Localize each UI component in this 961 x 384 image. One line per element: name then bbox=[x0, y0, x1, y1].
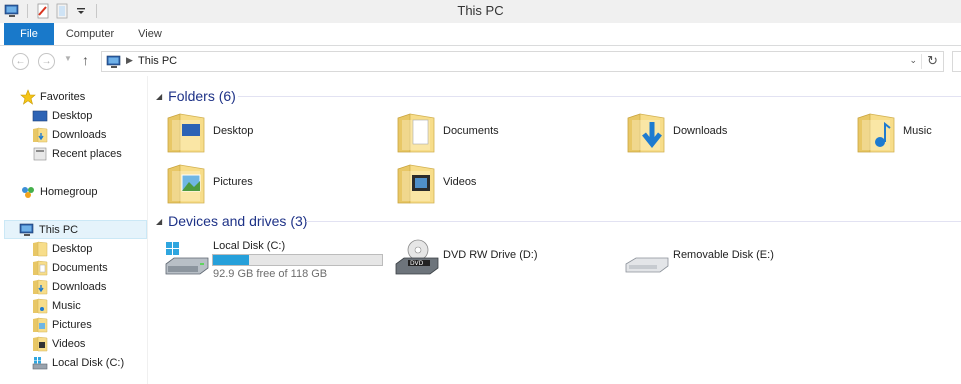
nav-label: Videos bbox=[52, 337, 86, 350]
nav-label: Music bbox=[52, 299, 81, 312]
nav-label: Documents bbox=[52, 261, 108, 274]
group-title: Folders (6) bbox=[168, 88, 236, 104]
sidebar-item-downloads[interactable]: Downloads bbox=[32, 277, 106, 296]
documents-folder-icon bbox=[32, 260, 48, 276]
sidebar-item-documents[interactable]: Documents bbox=[32, 258, 108, 277]
sidebar-item-local-disk[interactable]: Local Disk (C:) bbox=[32, 353, 124, 372]
folder-label: Videos bbox=[443, 176, 477, 188]
removable-disk-icon bbox=[625, 257, 669, 273]
divider bbox=[921, 54, 922, 69]
disk-free-space: 92.9 GB free of 118 GB bbox=[213, 268, 328, 280]
music-folder-icon bbox=[32, 298, 48, 314]
nav-label: Downloads bbox=[52, 280, 107, 293]
folder-videos[interactable]: Videos bbox=[380, 161, 600, 207]
content-pane: ◢ Folders (6) Desktop Documents Download… bbox=[150, 76, 961, 384]
folder-pictures[interactable]: Pictures bbox=[150, 161, 370, 207]
sidebar-item-pictures[interactable]: Pictures bbox=[32, 315, 92, 334]
this-pc-icon bbox=[19, 222, 35, 238]
address-dropdown-icon[interactable]: ⌄ bbox=[909, 55, 917, 66]
nav-label: This PC bbox=[39, 223, 79, 236]
tab-file[interactable]: File bbox=[4, 23, 54, 45]
divider bbox=[306, 221, 961, 222]
navigation-pane: Favorites Desktop Downloads Recent place… bbox=[0, 76, 148, 384]
nav-label: Recent places bbox=[52, 147, 122, 160]
recent-locations-dropdown[interactable]: ▼ bbox=[64, 54, 72, 63]
group-header-devices[interactable]: ◢ Devices and drives (3) bbox=[156, 211, 307, 231]
back-button[interactable]: ← bbox=[12, 53, 29, 70]
desktop-icon bbox=[32, 110, 48, 121]
drive-dvd[interactable]: DVD DVD RW Drive (D:) bbox=[380, 236, 600, 282]
drive-removable[interactable]: Removable Disk (E:) bbox=[610, 236, 830, 282]
homegroup-icon bbox=[22, 186, 34, 198]
star-icon bbox=[20, 88, 36, 105]
tab-view[interactable]: View bbox=[128, 23, 172, 45]
drive-label: Removable Disk (E:) bbox=[673, 249, 774, 261]
folder-desktop[interactable]: Desktop bbox=[150, 110, 370, 156]
drive-label: Local Disk (C:) bbox=[213, 240, 286, 252]
address-bar[interactable]: ▶ This PC ⌄ ↻ bbox=[101, 51, 944, 72]
nav-homegroup[interactable]: Homegroup bbox=[20, 182, 97, 201]
local-disk-icon bbox=[165, 242, 209, 275]
folder-music[interactable]: Music bbox=[840, 110, 961, 156]
title-bar: This PC bbox=[0, 0, 961, 23]
window-title: This PC bbox=[457, 3, 504, 18]
breadcrumb-this-pc[interactable]: This PC bbox=[138, 55, 177, 67]
folder-label: Downloads bbox=[673, 125, 728, 137]
downloads-folder-icon bbox=[32, 279, 48, 295]
music-folder-icon bbox=[854, 112, 898, 154]
up-button[interactable]: ↑ bbox=[82, 52, 89, 68]
nav-label: Local Disk (C:) bbox=[52, 356, 125, 369]
collapse-caret-icon[interactable]: ◢ bbox=[156, 92, 162, 101]
forward-button[interactable]: → bbox=[38, 53, 55, 70]
nav-label: Homegroup bbox=[40, 185, 98, 198]
sidebar-item-desktop[interactable]: Desktop bbox=[32, 239, 92, 258]
group-header-folders[interactable]: ◢ Folders (6) bbox=[156, 86, 236, 106]
sidebar-item-videos[interactable]: Videos bbox=[32, 334, 85, 353]
search-input[interactable] bbox=[952, 51, 961, 72]
nav-label: Favorites bbox=[40, 90, 86, 103]
tab-computer[interactable]: Computer bbox=[60, 23, 120, 45]
divider bbox=[238, 96, 961, 97]
folder-label: Music bbox=[903, 125, 932, 137]
sidebar-item-downloads[interactable]: Downloads bbox=[32, 125, 106, 144]
ribbon-tabs: File Computer View bbox=[0, 23, 961, 46]
folder-documents[interactable]: Documents bbox=[380, 110, 600, 156]
collapse-caret-icon[interactable]: ◢ bbox=[156, 217, 162, 226]
drive-label: DVD RW Drive (D:) bbox=[443, 249, 538, 261]
group-title: Devices and drives (3) bbox=[168, 213, 308, 229]
nav-this-pc[interactable]: This PC bbox=[4, 220, 147, 239]
navigation-bar: ← → ▼ ↑ ▶ This PC ⌄ ↻ bbox=[0, 46, 961, 76]
nav-label: Desktop bbox=[52, 109, 93, 122]
sidebar-item-music[interactable]: Music bbox=[32, 296, 81, 315]
sidebar-item-desktop[interactable]: Desktop bbox=[32, 106, 92, 125]
pictures-folder-icon bbox=[32, 317, 48, 333]
folder-label: Desktop bbox=[213, 125, 254, 137]
videos-folder-icon bbox=[394, 163, 438, 205]
downloads-folder-icon bbox=[32, 127, 48, 143]
videos-folder-icon bbox=[32, 336, 48, 352]
downloads-folder-icon bbox=[624, 112, 668, 154]
disk-usage-bar bbox=[212, 254, 383, 266]
desktop-folder-icon bbox=[32, 241, 48, 257]
local-disk-icon bbox=[32, 356, 48, 369]
disk-usage-fill bbox=[213, 255, 249, 265]
recent-places-icon bbox=[33, 147, 47, 160]
documents-folder-icon bbox=[394, 112, 438, 154]
breadcrumb-chevron-icon[interactable]: ▶ bbox=[126, 55, 133, 66]
drive-local-disk[interactable]: Local Disk (C:) 92.9 GB free of 118 GB bbox=[150, 236, 390, 282]
nav-favorites[interactable]: Favorites bbox=[20, 87, 85, 106]
refresh-icon[interactable]: ↻ bbox=[927, 53, 938, 69]
folder-downloads[interactable]: Downloads bbox=[610, 110, 830, 156]
nav-label: Desktop bbox=[52, 242, 93, 255]
dvd-drive-icon: DVD bbox=[395, 239, 439, 275]
folder-label: Pictures bbox=[213, 176, 253, 188]
folder-label: Documents bbox=[443, 125, 499, 137]
this-pc-icon bbox=[106, 54, 122, 70]
svg-text:DVD: DVD bbox=[410, 260, 424, 267]
desktop-folder-icon bbox=[164, 112, 208, 154]
nav-label: Downloads bbox=[52, 128, 107, 141]
pictures-folder-icon bbox=[164, 163, 208, 205]
nav-label: Pictures bbox=[52, 318, 92, 331]
sidebar-item-recent-places[interactable]: Recent places bbox=[32, 144, 122, 163]
